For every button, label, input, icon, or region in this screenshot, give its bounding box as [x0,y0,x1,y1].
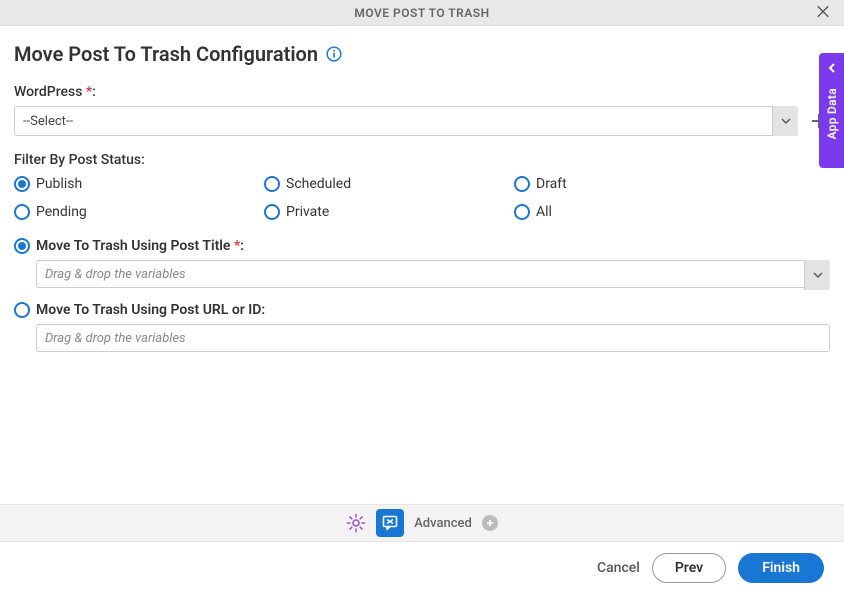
mode-title-section: Move To Trash Using Post Title *: [14,238,830,288]
radio-icon [14,176,30,192]
page-title-row: Move Post To Trash Configuration [14,42,830,66]
radio-scheduled[interactable]: Scheduled [264,176,514,192]
dialog-header: MOVE POST TO TRASH [0,0,844,26]
radio-label: All [536,204,552,220]
app-data-side-tab[interactable]: App Data [819,53,844,168]
filter-label: Filter By Post Status: [14,152,830,168]
radio-label: Private [286,204,329,220]
mode-title-label: Move To Trash Using Post Title *: [36,238,244,254]
footer-bar: Cancel Prev Finish [0,542,844,594]
prev-button[interactable]: Prev [652,553,726,583]
gear-icon[interactable] [346,513,366,533]
required-asterisk: * [86,84,92,100]
content-area: Move Post To Trash Configuration WordPre… [0,26,844,352]
expand-icon[interactable] [482,515,498,531]
advanced-label: Advanced [414,516,472,531]
post-title-input-wrap [36,260,830,288]
dialog-title: MOVE POST TO TRASH [354,6,489,20]
app-data-tab-label: App Data [825,88,839,139]
radio-draft[interactable]: Draft [514,176,764,192]
radio-label: Draft [536,176,567,192]
radio-all[interactable]: All [514,204,764,220]
radio-icon [514,204,530,220]
message-cancel-icon[interactable] [376,509,404,537]
mode-url-header[interactable]: Move To Trash Using Post URL or ID: [14,302,830,318]
radio-icon [264,204,280,220]
required-asterisk: * [234,238,240,254]
close-icon [816,4,830,18]
wordpress-select-input[interactable] [14,106,798,136]
middle-toolbar: Advanced [0,504,844,542]
radio-label: Pending [36,204,87,220]
post-url-input-wrap [36,324,830,352]
radio-pending[interactable]: Pending [14,204,264,220]
page-title: Move Post To Trash Configuration [14,42,318,66]
chevron-left-icon [826,59,838,78]
finish-button[interactable]: Finish [738,553,824,583]
wordpress-field-row [14,106,830,136]
radio-label: Scheduled [286,176,351,192]
radio-icon [514,176,530,192]
radio-icon [14,204,30,220]
mode-title-header[interactable]: Move To Trash Using Post Title *: [14,238,830,254]
info-icon[interactable] [326,46,342,62]
filter-radio-group: Publish Scheduled Draft Pending Private … [14,176,830,220]
cancel-button[interactable]: Cancel [597,560,640,576]
radio-icon [14,238,30,254]
post-url-input[interactable] [36,324,830,352]
radio-private[interactable]: Private [264,204,514,220]
post-title-input[interactable] [36,260,830,288]
radio-publish[interactable]: Publish [14,176,264,192]
mode-url-section: Move To Trash Using Post URL or ID: [14,302,830,352]
close-button[interactable] [810,2,836,23]
wordpress-select[interactable] [14,106,798,136]
radio-icon [264,176,280,192]
radio-label: Publish [36,176,82,192]
wordpress-label: WordPress *: [14,84,830,100]
mode-url-label: Move To Trash Using Post URL or ID: [36,302,265,318]
radio-icon [14,302,30,318]
